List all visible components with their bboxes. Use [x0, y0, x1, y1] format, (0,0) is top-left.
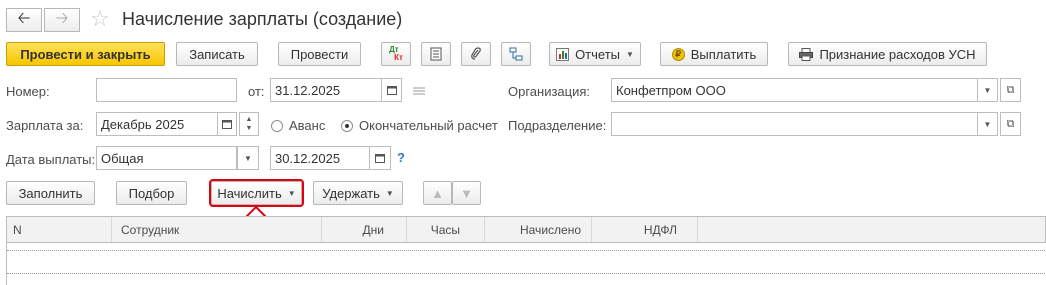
department-label: Подразделение:: [508, 118, 607, 133]
advance-label: Аванс: [289, 118, 326, 133]
coin-icon: ₽: [671, 47, 685, 61]
final-settlement-label: Окончательный расчет: [359, 118, 498, 133]
list-icon: [430, 47, 442, 61]
chevron-down-icon: ▼: [626, 49, 634, 59]
organization-label: Организация:: [508, 84, 591, 99]
post-button[interactable]: Провести: [278, 42, 361, 66]
chevron-down-icon: ▼: [287, 188, 296, 198]
table-empty-row[interactable]: [7, 250, 1046, 274]
number-field[interactable]: [96, 78, 237, 102]
open-icon: ⧉: [1006, 117, 1015, 130]
salary-period-field[interactable]: Декабрь 2025: [96, 112, 218, 136]
stepper-up-icon[interactable]: ▲: [246, 115, 253, 124]
save-button[interactable]: Записать: [176, 42, 258, 66]
accrue-button[interactable]: Начислить ▼: [209, 179, 304, 207]
forward-button[interactable]: 🡢: [44, 8, 80, 32]
department-field[interactable]: [611, 112, 978, 136]
open-icon: ⧉: [1006, 83, 1015, 96]
paperclip-icon: [471, 47, 481, 60]
column-header-hours[interactable]: Часы: [407, 217, 485, 242]
column-header-employee[interactable]: Сотрудник: [112, 217, 322, 242]
move-up-button[interactable]: ▲: [423, 181, 452, 205]
final-settlement-radio[interactable]: Окончательный расчет: [341, 118, 498, 133]
date-from-label: от:: [248, 84, 265, 99]
stepper-down-icon[interactable]: ▼: [246, 124, 253, 133]
payment-date-field[interactable]: 30.12.2025: [270, 146, 370, 170]
list-button[interactable]: [421, 42, 451, 66]
help-icon[interactable]: ?: [397, 150, 405, 165]
arrow-left-icon: 🡠: [17, 9, 31, 27]
arrow-up-icon: ▲: [431, 185, 444, 201]
chevron-down-icon: ▼: [983, 85, 992, 95]
chevron-down-icon: ▼: [983, 119, 992, 129]
period-calendar-button[interactable]: [217, 112, 237, 136]
advance-radio[interactable]: Аванс: [271, 118, 325, 133]
department-open-button[interactable]: ⧉: [1000, 112, 1021, 136]
reports-button[interactable]: Отчеты ▼: [549, 42, 641, 66]
dtkt-icon: Дт Кт: [389, 45, 403, 62]
arrow-right-icon: 🡢: [55, 9, 69, 27]
calendar-button[interactable]: [381, 78, 402, 102]
period-stepper[interactable]: ▲ ▼: [239, 112, 259, 136]
printer-icon: [799, 47, 814, 61]
withhold-button[interactable]: Удержать ▼: [313, 181, 403, 205]
radio-icon: [271, 119, 283, 132]
column-header-ndfl[interactable]: НДФЛ: [592, 217, 698, 242]
back-button[interactable]: 🡠: [6, 8, 42, 32]
favorite-star-icon[interactable]: ☆: [90, 6, 110, 32]
calendar-icon: [222, 120, 232, 129]
fill-button[interactable]: Заполнить: [6, 181, 95, 205]
department-dropdown-button[interactable]: ▼: [977, 112, 998, 136]
payment-date-type-dropdown[interactable]: ▼: [237, 146, 259, 170]
radio-icon: [341, 119, 353, 132]
arrow-down-icon: ▼: [460, 185, 473, 201]
report-icon: [556, 47, 570, 61]
calendar-icon: [375, 154, 385, 163]
payment-calendar-button[interactable]: [369, 146, 391, 170]
column-header-n[interactable]: N: [6, 217, 112, 242]
move-down-button[interactable]: ▼: [452, 181, 481, 205]
column-header-accrued[interactable]: Начислено: [485, 217, 592, 242]
page-title: Начисление зарплаты (создание): [122, 9, 403, 29]
chevron-down-icon: ▼: [385, 188, 394, 198]
select-button[interactable]: Подбор: [116, 181, 187, 205]
calendar-icon: [386, 86, 397, 95]
column-header-days[interactable]: Дни: [322, 217, 407, 242]
payment-date-type-field[interactable]: Общая: [96, 146, 237, 170]
attach-button[interactable]: [461, 42, 491, 66]
structure-icon: [509, 47, 523, 61]
table-body[interactable]: [6, 243, 1046, 285]
dtkt-button[interactable]: Дт Кт: [381, 42, 411, 66]
chevron-down-icon: ▼: [244, 153, 252, 163]
organization-open-button[interactable]: ⧉: [1000, 78, 1021, 102]
comment-icon[interactable]: [412, 84, 426, 95]
payment-date-label: Дата выплаты:: [6, 152, 96, 167]
organization-dropdown-button[interactable]: ▼: [977, 78, 998, 102]
organization-field[interactable]: Конфетпром ООО: [611, 78, 978, 102]
post-and-close-button[interactable]: Провести и закрыть: [6, 42, 165, 66]
usn-expenses-button[interactable]: Признание расходов УСН: [788, 42, 987, 66]
structure-button[interactable]: [501, 42, 531, 66]
document-date-field[interactable]: 31.12.2025: [270, 78, 382, 102]
salary-for-label: Зарплата за:: [6, 118, 84, 133]
number-label: Номер:: [6, 84, 50, 99]
pay-button[interactable]: ₽ Выплатить: [660, 42, 768, 66]
